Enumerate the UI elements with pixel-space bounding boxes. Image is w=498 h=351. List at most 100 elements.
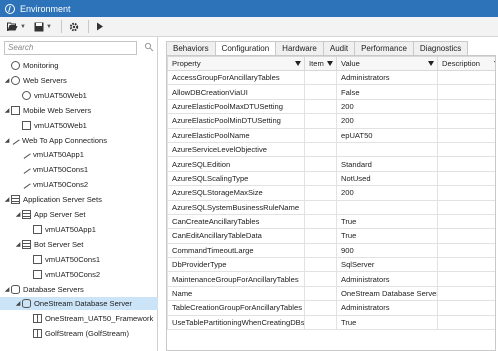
table-row[interactable]: Name OneStream Database Server (167, 285, 495, 302)
cell-property[interactable]: CanEditAncillaryTableData (167, 228, 305, 244)
expand-arrow-icon[interactable]: ◢ (14, 300, 22, 307)
cell-item[interactable] (304, 113, 337, 129)
cell-property[interactable]: MaintenanceGroupForAncillaryTables (167, 271, 305, 287)
cell-description[interactable] (437, 242, 495, 259)
cell-property[interactable]: AzureElasticPoolName (167, 127, 305, 143)
cell-property[interactable]: UseTablePartitioningWhenCreatingDBs (167, 314, 305, 331)
tree-node[interactable]: vmUAT50Cons1 (0, 253, 158, 266)
column-header-description[interactable]: Description (437, 56, 495, 71)
cell-property[interactable]: CommandTimeoutLarge (167, 242, 305, 259)
cell-property[interactable]: AzureElasticPoolMinDTUSetting (167, 113, 305, 129)
cell-item[interactable] (304, 185, 337, 201)
table-row[interactable]: AzureElasticPoolName epUAT50 (167, 127, 495, 143)
table-row[interactable]: CommandTimeoutLarge 900 (167, 242, 495, 259)
cell-item[interactable] (304, 285, 337, 302)
tree-node[interactable]: ◢ Database Servers (0, 283, 158, 296)
table-row[interactable]: AzureServiceLevelObjective (167, 141, 495, 158)
cell-value[interactable]: Administrators (336, 271, 438, 287)
cell-description[interactable] (437, 271, 495, 287)
tree-node[interactable]: ◢ Web Servers (0, 74, 158, 87)
table-row[interactable]: AzureSQLEdition Standard (167, 156, 495, 172)
cell-item[interactable] (304, 199, 337, 215)
tree-node[interactable]: vmUAT50App1 (0, 223, 158, 236)
tree-node[interactable]: vmUAT50Cons1 (0, 163, 158, 176)
tree-node[interactable]: Monitoring (0, 59, 158, 72)
cell-value[interactable]: True (336, 314, 438, 331)
cell-value[interactable]: Standard (336, 156, 438, 172)
cell-description[interactable] (437, 228, 495, 244)
cell-property[interactable]: Name (167, 285, 305, 302)
cell-property[interactable]: AzureElasticPoolMaxDTUSetting (167, 98, 305, 115)
cell-item[interactable] (304, 141, 337, 158)
cell-item[interactable] (304, 314, 337, 331)
cell-description[interactable] (437, 314, 495, 331)
cell-property[interactable]: AzureSQLEdition (167, 156, 305, 172)
cell-item[interactable] (304, 300, 337, 316)
cell-description[interactable] (437, 300, 495, 316)
column-header-value[interactable]: Value (336, 56, 438, 71)
tree-node[interactable]: ◢ App Server Set (0, 208, 158, 221)
cell-description[interactable] (437, 69, 495, 86)
expand-arrow-icon[interactable]: ◢ (3, 77, 11, 84)
cell-description[interactable] (437, 113, 495, 129)
table-row[interactable]: AzureSQLScalingType NotUsed (167, 170, 495, 187)
cell-description[interactable] (437, 257, 495, 273)
clear-search-icon[interactable] (144, 42, 154, 54)
table-row[interactable]: DbProviderType SqlServer (167, 257, 495, 273)
cell-value[interactable]: Administrators (336, 69, 438, 86)
filter-icon[interactable] (295, 61, 301, 66)
cell-item[interactable] (304, 69, 337, 86)
cell-value[interactable]: Administrators (336, 300, 438, 316)
table-row[interactable]: CanEditAncillaryTableData True (167, 228, 495, 244)
table-row[interactable]: AzureElasticPoolMinDTUSetting 200 (167, 113, 495, 129)
tree-node[interactable]: ◢ Web To App Connections (0, 134, 158, 147)
cell-item[interactable] (304, 84, 337, 100)
cell-description[interactable] (437, 84, 495, 100)
cell-value[interactable]: SqlServer (336, 257, 438, 273)
cell-description[interactable] (437, 170, 495, 187)
cell-description[interactable] (437, 127, 495, 143)
tree-node[interactable]: ◢ Bot Server Set (0, 238, 158, 251)
cell-description[interactable] (437, 98, 495, 115)
cell-value[interactable]: True (336, 213, 438, 230)
cell-property[interactable]: AzureSQLStorageMaxSize (167, 185, 305, 201)
tree-node[interactable]: GolfStream (GolfStream) (0, 327, 158, 340)
cell-description[interactable] (437, 156, 495, 172)
cell-value[interactable]: 200 (336, 113, 438, 129)
table-row[interactable]: MaintenanceGroupForAncillaryTables Admini… (167, 271, 495, 287)
tab-performance[interactable]: Performance (354, 41, 414, 55)
cell-item[interactable] (304, 228, 337, 244)
expand-arrow-icon[interactable]: ◢ (3, 107, 11, 114)
settings-button[interactable] (66, 19, 82, 35)
column-header-property[interactable]: Property (167, 56, 305, 71)
cell-item[interactable] (304, 170, 337, 187)
cell-value[interactable]: epUAT50 (336, 127, 438, 143)
cell-description[interactable] (437, 185, 495, 201)
cell-description[interactable] (437, 285, 495, 302)
cell-value[interactable]: OneStream Database Server (336, 285, 438, 302)
cell-description[interactable] (437, 213, 495, 230)
cell-description[interactable] (437, 199, 495, 215)
cell-property[interactable]: DbProviderType (167, 257, 305, 273)
cell-value[interactable] (336, 141, 438, 158)
cell-property[interactable]: AzureServiceLevelObjective (167, 141, 305, 158)
tab-behaviors[interactable]: Behaviors (166, 41, 216, 55)
expand-arrow-icon[interactable]: ◢ (3, 196, 11, 203)
table-row[interactable]: AzureSQLStorageMaxSize 200 (167, 185, 495, 201)
cell-property[interactable]: AzureSQLScalingType (167, 170, 305, 187)
column-header-item[interactable]: Item (304, 56, 337, 71)
cell-value[interactable]: NotUsed (336, 170, 438, 187)
cell-item[interactable] (304, 213, 337, 230)
cell-property[interactable]: AzureSQLSystemBusinessRuleName (167, 199, 305, 215)
expand-arrow-icon[interactable]: ◢ (14, 241, 22, 248)
table-row[interactable]: CanCreateAncillaryTables True (167, 213, 495, 230)
cell-property[interactable]: AllowDBCreationViaUI (167, 84, 305, 100)
search-input[interactable]: Search (4, 41, 137, 55)
cell-item[interactable] (304, 271, 337, 287)
cell-property[interactable]: CanCreateAncillaryTables (167, 213, 305, 230)
cell-value[interactable]: 200 (336, 98, 438, 115)
tree-node[interactable]: vmUAT50Web1 (0, 89, 158, 102)
cell-item[interactable] (304, 98, 337, 115)
cell-item[interactable] (304, 242, 337, 259)
run-button[interactable] (93, 19, 107, 35)
